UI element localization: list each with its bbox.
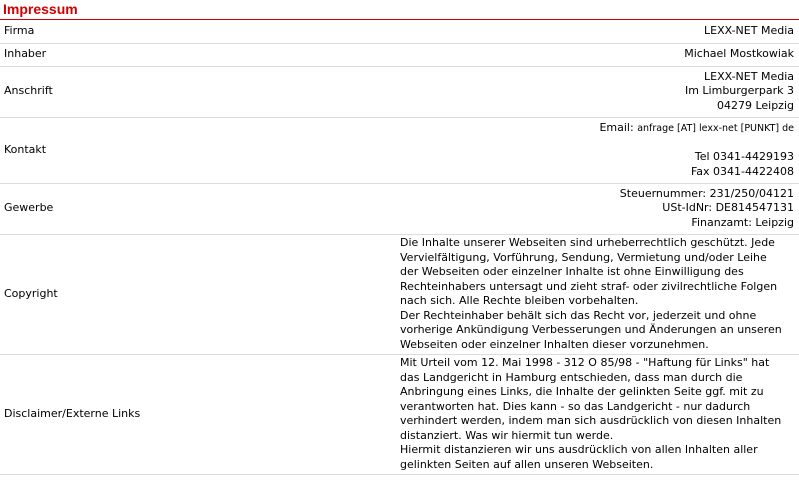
value-firma: LEXX-NET Media (398, 20, 799, 44)
disclaimer-line: Hiermit distanzieren wir uns ausdrücklic… (400, 443, 758, 456)
disclaimer-line: distanziert. Was wir hiermit tun werde. (400, 428, 614, 442)
copyright-line: Rechteinhabers untersagt und zieht straf… (400, 279, 778, 293)
value-inhaber: Michael Mostkowiak (398, 43, 799, 67)
fax-line: Fax 0341-4422408 (690, 164, 794, 178)
copyright-line: der Webseiten oder einzelner Inhalte ist… (400, 265, 744, 278)
label-firma: Firma (0, 20, 398, 44)
page-header: Impressum (0, 0, 799, 20)
label-copyright: Copyright (0, 234, 398, 355)
row-anschrift: Anschrift LEXX-NET Media Im Limburgerpar… (0, 66, 799, 118)
row-copyright: Copyright Die Inhalte unserer Webseiten … (0, 234, 799, 355)
email-value: anfrage [AT] lexx-net [PUNKT] de (637, 122, 794, 134)
row-firma: Firma LEXX-NET Media (0, 20, 799, 44)
impressum-table: Firma LEXX-NET Media Inhaber Michael Mos… (0, 20, 799, 475)
value-copyright: Die Inhalte unserer Webseiten sind urheb… (398, 234, 799, 355)
label-disclaimer: Disclaimer/Externe Links (0, 354, 398, 475)
copyright-line: Vervielfältigung, Vorführung, Sendung, V… (400, 250, 767, 264)
label-gewerbe: Gewerbe (0, 183, 398, 235)
value-anschrift: LEXX-NET Media Im Limburgerpark 3 04279 … (398, 66, 799, 118)
disclaimer-line: Anbringung eines Links, die Inhalte der … (400, 385, 764, 398)
disclaimer-line: Mit Urteil vom 12. Mai 1998 - 312 O 85/9… (400, 356, 770, 369)
value-kontakt: Email: anfrage [AT] lexx-net [PUNKT] de … (398, 117, 799, 184)
copyright-line: Die Inhalte unserer Webseiten sind urheb… (400, 236, 775, 249)
value-gewerbe: Steuernummer: 231/250/04121 USt-IdNr: DE… (398, 183, 799, 235)
anschrift-line: Im Limburgerpark 3 (684, 84, 794, 98)
row-kontakt: Kontakt Email: anfrage [AT] lexx-net [PU… (0, 117, 799, 184)
page-title: Impressum (3, 1, 78, 17)
email-line: Email: anfrage [AT] lexx-net [PUNKT] de (398, 121, 794, 137)
gewerbe-line: Steuernummer: 231/250/04121 (619, 186, 794, 200)
row-inhaber: Inhaber Michael Mostkowiak (0, 43, 799, 67)
label-anschrift: Anschrift (0, 66, 398, 118)
gewerbe-line: Finanzamt: Leipzig (691, 215, 794, 229)
disclaimer-line: verhindert werden, indem man sich ausdrü… (400, 414, 782, 427)
disclaimer-line: verantworten hat. Dies kann - so das Lan… (400, 399, 751, 413)
row-gewerbe: Gewerbe Steuernummer: 231/250/04121 USt-… (0, 183, 799, 235)
tel-line: Tel 0341-4429193 (694, 150, 794, 164)
value-disclaimer: Mit Urteil vom 12. Mai 1998 - 312 O 85/9… (398, 354, 799, 475)
copyright-line: Der Rechteinhaber behält sich das Recht … (400, 308, 757, 322)
email-label: Email: (599, 120, 634, 134)
anschrift-line: LEXX-NET Media (703, 69, 794, 83)
copyright-line: nach sich. Alle Rechte bleiben vorbehalt… (400, 294, 639, 307)
disclaimer-line: gelinkten Seiten auf allen unseren Webse… (400, 457, 654, 471)
gewerbe-line: USt-IdNr: DE814547131 (662, 201, 794, 215)
copyright-line: vorherige Ankündigung Verbesserungen und… (400, 323, 782, 336)
anschrift-line: 04279 Leipzig (716, 98, 794, 112)
label-kontakt: Kontakt (0, 117, 398, 184)
copyright-line: Webseiten oder einzelner Inhalten dieser… (400, 337, 709, 351)
disclaimer-line: das Landgericht in Hamburg entschieden, … (400, 370, 743, 384)
label-inhaber: Inhaber (0, 43, 398, 67)
row-disclaimer: Disclaimer/Externe Links Mit Urteil vom … (0, 354, 799, 475)
